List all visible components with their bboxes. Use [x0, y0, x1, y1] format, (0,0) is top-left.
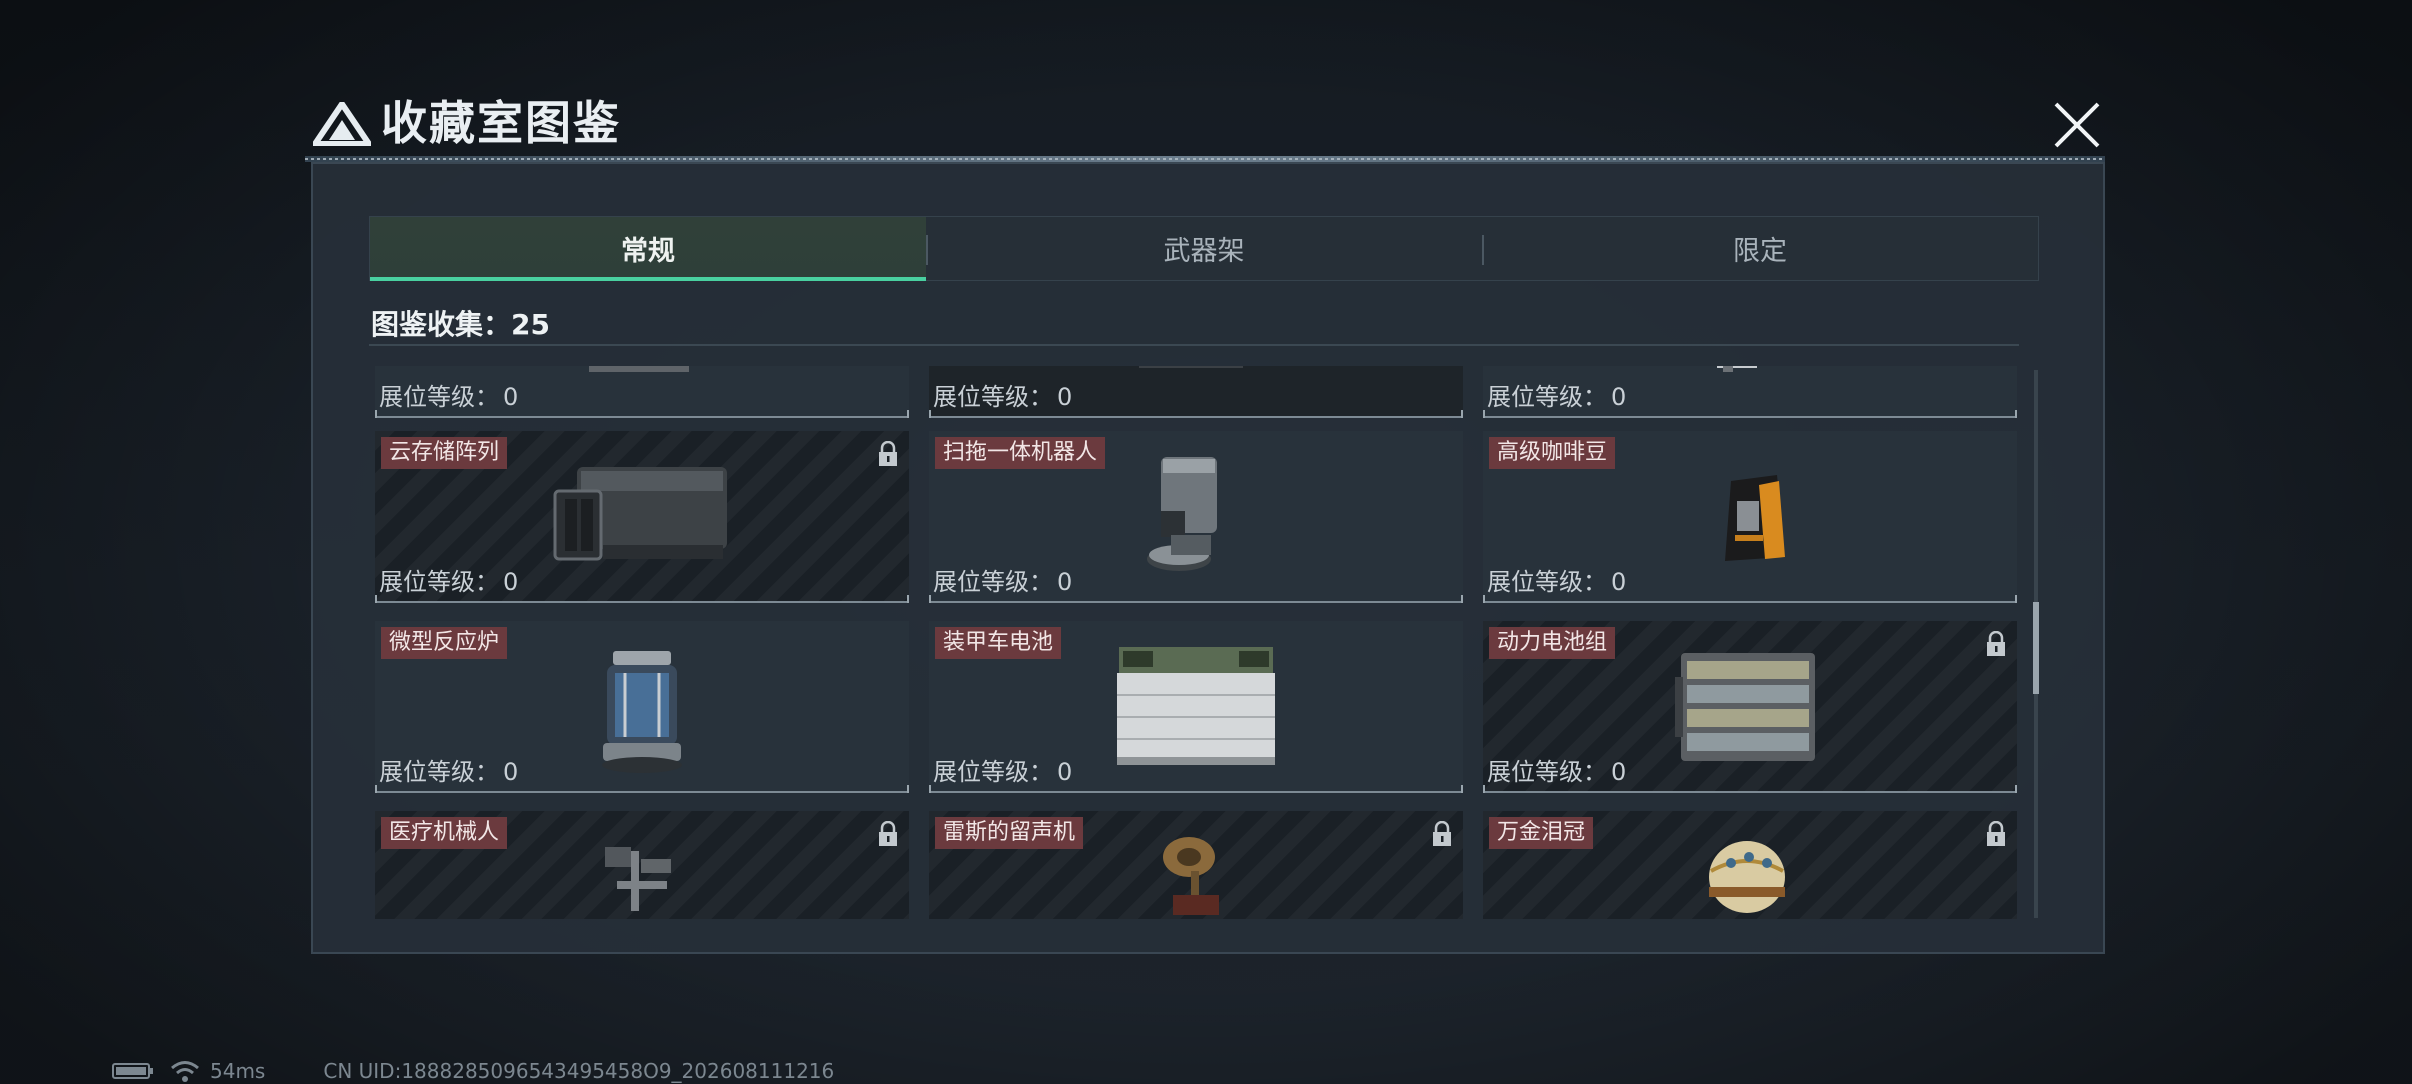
status-bar: 54ms CN UID:1888285096543495458O9_202608…: [112, 1058, 1212, 1084]
booth-level: 展位等级： 0: [933, 758, 1073, 786]
booth-level: 展位等级： 0: [1487, 568, 1627, 596]
partial-item-icon: [1717, 366, 1757, 372]
item-card[interactable]: 装甲车电池 展位等级： 0: [929, 621, 1463, 793]
lock-icon: [879, 821, 897, 846]
gramophone-icon: [1163, 837, 1219, 915]
item-card[interactable]: 医疗机械人: [375, 811, 909, 919]
card-underline: [375, 785, 909, 793]
item-name: 高级咖啡豆: [1489, 437, 1616, 469]
car-battery-icon: [1117, 647, 1275, 765]
item-card[interactable]: 云存储阵列 展位等级： 0: [375, 431, 909, 603]
card-underline: [375, 410, 909, 418]
item-card[interactable]: 扫拖一体机器人 展位等级： 0: [929, 431, 1463, 603]
battery-pack-icon: [1675, 653, 1815, 761]
item-name: 云存储阵列: [381, 437, 508, 469]
medical-robot-icon: [605, 847, 671, 911]
card-underline: [1483, 785, 2017, 793]
item-name: 雷斯的留声机: [935, 817, 1084, 849]
grid-scrollbar-thumb[interactable]: [2033, 602, 2039, 694]
item-grid: 展位等级： 0 展位等级： 0 展位等级： 0 云存储阵列 展位等级： 0 扫拖…: [369, 366, 2024, 919]
card-underline: [375, 595, 909, 603]
booth-level: 展位等级： 0: [379, 383, 519, 411]
battery-icon: [112, 1063, 153, 1079]
window-title: 收藏室图鉴: [381, 96, 621, 150]
item-card[interactable]: 微型反应炉 展位等级： 0: [375, 621, 909, 793]
booth-level: 展位等级： 0: [933, 568, 1073, 596]
ping-value: 54ms: [210, 1059, 266, 1083]
item-card[interactable]: 展位等级： 0: [929, 366, 1463, 418]
card-underline: [1483, 595, 2017, 603]
divider: [369, 344, 2019, 346]
coffee-bag-icon: [1725, 475, 1785, 561]
item-name: 微型反应炉: [381, 627, 508, 659]
user-uid: CN UID:1888285096543495458O9_20260811121…: [323, 1059, 835, 1083]
triangle-logo-icon: [313, 102, 371, 146]
card-underline: [929, 595, 1463, 603]
partial-item-icon: [589, 366, 689, 372]
item-card[interactable]: 展位等级： 0: [1483, 366, 2017, 418]
lock-icon: [1987, 631, 2005, 656]
item-name: 动力电池组: [1489, 627, 1616, 659]
jeweled-egg-icon: [1709, 841, 1785, 913]
item-card[interactable]: 展位等级： 0: [375, 366, 909, 418]
title-bar: 收藏室图鉴: [305, 88, 2105, 158]
wifi-icon: [171, 1061, 199, 1082]
item-card[interactable]: 万金泪冠: [1483, 811, 2017, 919]
tab-regular[interactable]: 常规: [370, 217, 926, 281]
item-name: 万金泪冠: [1489, 817, 1594, 849]
close-icon[interactable]: [2048, 96, 2106, 154]
item-card[interactable]: 雷斯的留声机: [929, 811, 1463, 919]
collection-count: 图鉴收集：25: [371, 308, 550, 341]
lock-icon: [879, 441, 897, 466]
card-underline: [1483, 410, 2017, 418]
item-name: 扫拖一体机器人: [935, 437, 1106, 469]
booth-level: 展位等级： 0: [1487, 383, 1627, 411]
lock-icon: [1987, 821, 2005, 846]
lock-icon: [1433, 821, 1451, 846]
card-underline: [929, 410, 1463, 418]
reactor-icon: [602, 651, 682, 773]
item-name: 医疗机械人: [381, 817, 508, 849]
booth-level: 展位等级： 0: [379, 568, 519, 596]
booth-level: 展位等级： 0: [933, 383, 1073, 411]
card-underline: [929, 785, 1463, 793]
item-card[interactable]: 动力电池组 展位等级： 0: [1483, 621, 2017, 793]
tab-limited[interactable]: 限定: [1482, 217, 2038, 280]
tab-weapon-rack[interactable]: 武器架: [926, 217, 1482, 280]
category-tabs: 常规 武器架 限定: [369, 216, 2039, 281]
item-name: 装甲车电池: [935, 627, 1062, 659]
booth-level: 展位等级： 0: [379, 758, 519, 786]
mop-robot-icon: [1147, 457, 1217, 571]
partial-item-icon: [1139, 366, 1243, 368]
storage-array-icon: [553, 467, 727, 561]
booth-level: 展位等级： 0: [1487, 758, 1627, 786]
item-card[interactable]: 高级咖啡豆 展位等级： 0: [1483, 431, 2017, 603]
